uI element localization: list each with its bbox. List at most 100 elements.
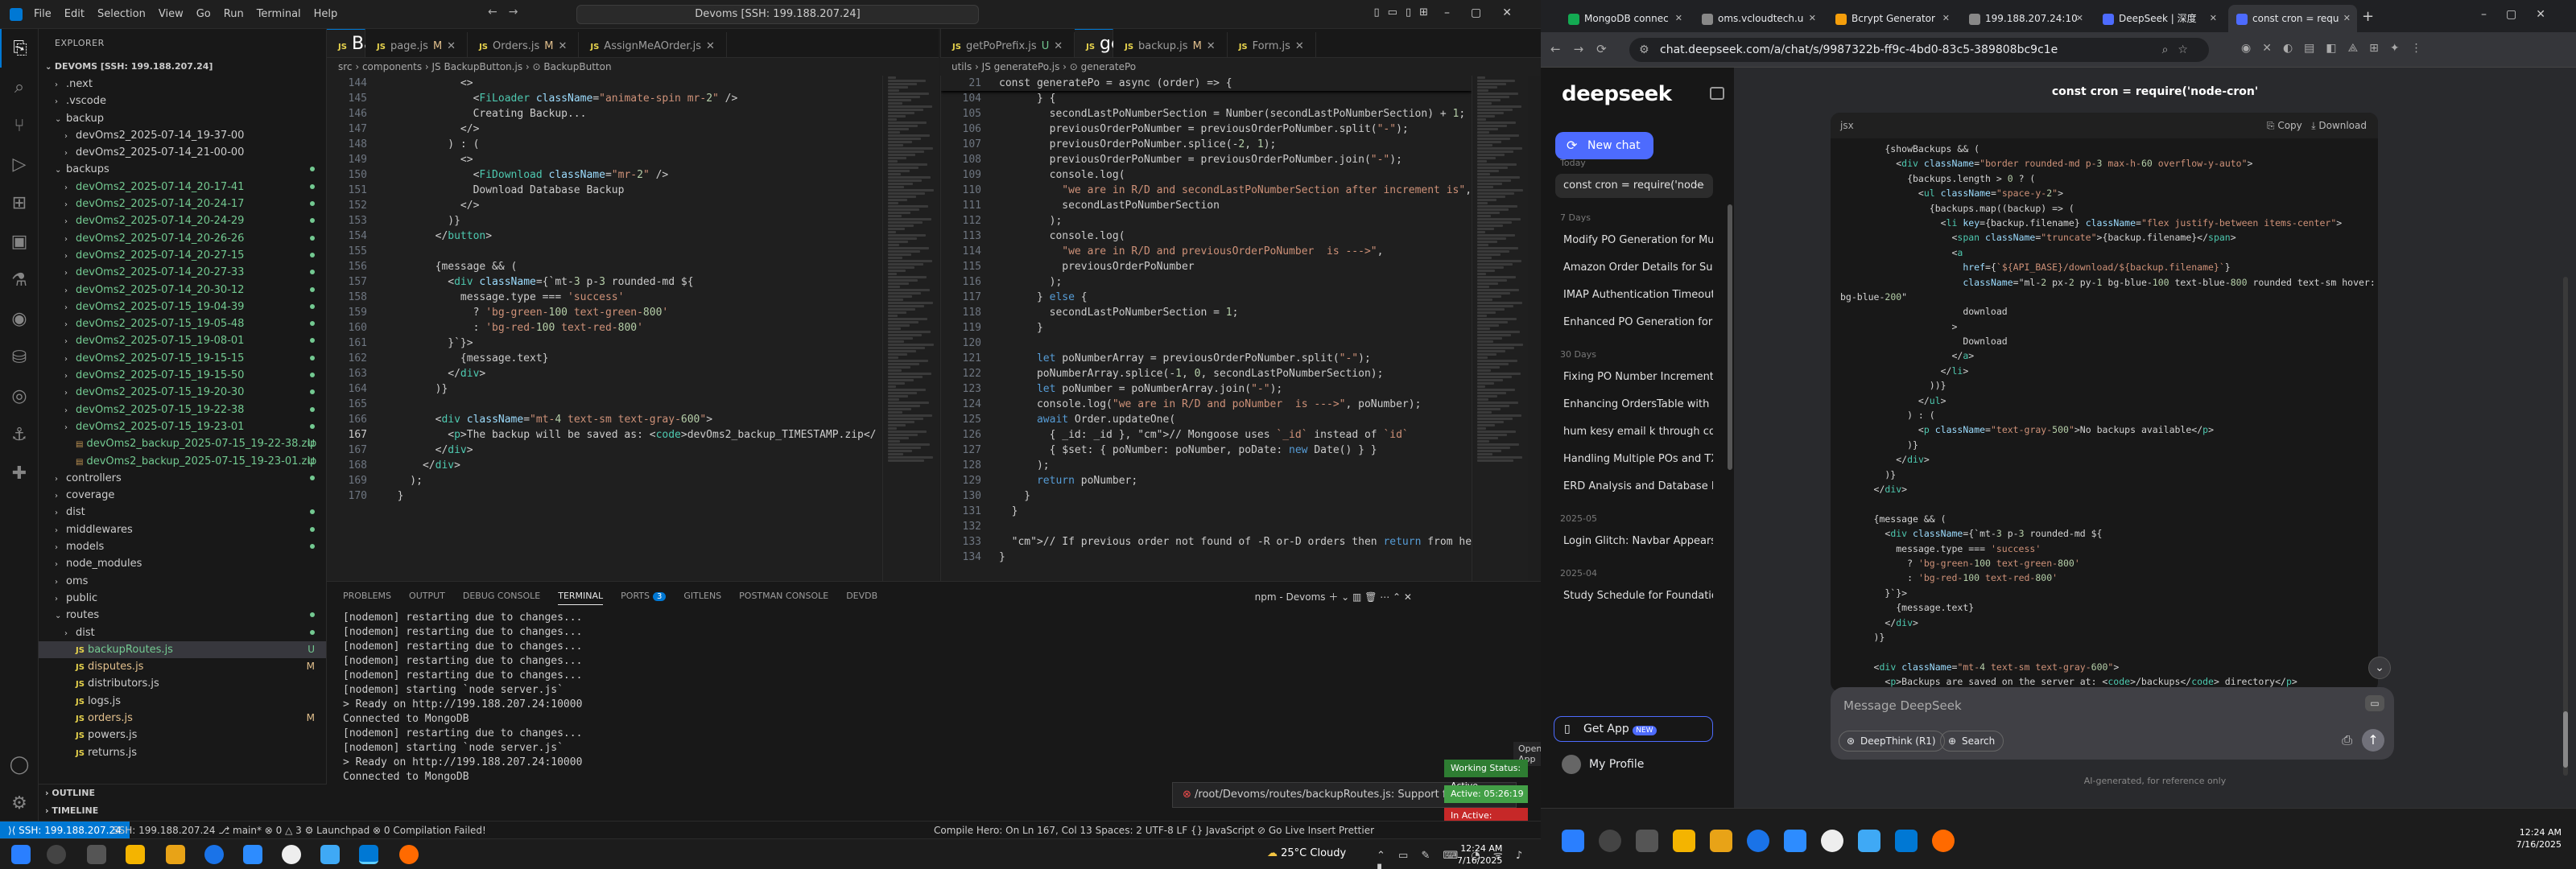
taskbar-clock[interactable]: 12:24 AM 7/16/2025 (2516, 826, 2562, 850)
folder-item[interactable]: › dist (39, 504, 326, 521)
layout-icons[interactable]: ▯▭▯⊞ (1374, 6, 1436, 19)
code-line[interactable]: 166 <div className="mt-4 text-sm text-gr… (327, 412, 882, 427)
code-line[interactable]: 111 secondLastPoNumberSection (941, 198, 1472, 213)
code-line[interactable]: 116 ); (941, 274, 1472, 290)
browser-nav-icons[interactable]: ←→⟳ (1550, 42, 1620, 56)
folder-item[interactable]: › devOms2_2025-07-15_19-15-50 (39, 367, 326, 384)
code-line[interactable]: 164 )} (327, 381, 882, 397)
close-icon[interactable]: ✕ (2343, 5, 2351, 32)
code-line[interactable]: 159 ? 'bg-green-100 text-green-800' (327, 305, 882, 320)
code-line[interactable]: 124 console.log("we are in R/D and poNum… (941, 397, 1472, 412)
chat-history-item[interactable]: hum kesy email k through code (1555, 420, 1713, 444)
remote-explorer-icon[interactable]: ▣ (0, 222, 39, 261)
windows-start-icon[interactable] (1562, 830, 1584, 852)
deepthink-button[interactable]: ⊛ DeepThink (R1) (1839, 731, 1945, 752)
chat-history-item[interactable]: Handling Multiple POs and TXNs (1555, 447, 1713, 472)
close-icon[interactable]: ✕ (1809, 5, 1816, 32)
code-line[interactable]: 114 "we are in R/D and previousOrderPoNu… (941, 244, 1472, 259)
panel-tab-devdb[interactable]: DEVDB (846, 591, 877, 601)
remote-indicator[interactable]: ⟩⟨ SSH: 199.188.207.24 (0, 822, 130, 839)
folder-item[interactable]: › devOms2_2025-07-14_21-00-00 (39, 144, 326, 161)
copy-button[interactable]: ⎘ Copy (2267, 120, 2302, 131)
file-item[interactable]: ▤ devOms2_backup_2025-07-15_19-23-01.zip U (39, 453, 326, 470)
code-line[interactable]: 118 secondLastPoNumberSection = 1; (941, 305, 1472, 320)
browser-icon[interactable] (1858, 830, 1880, 852)
close-icon[interactable]: ✕ (2210, 5, 2217, 32)
code-line[interactable]: 163 </div> (327, 366, 882, 381)
postman-icon[interactable]: ◎ (0, 377, 39, 415)
editor-tab[interactable]: JSgeneratePo.jsM✕ (1075, 29, 1260, 57)
chat-history-item[interactable]: Enhanced PO Generation for Mu (1555, 311, 1713, 335)
windows-start-icon[interactable] (11, 845, 31, 864)
weather[interactable]: ☁ 25°C Cloudy (1267, 847, 1346, 859)
code-line[interactable]: 157 <div className={`mt-3 p-3 rounded-md… (327, 274, 882, 290)
command-center[interactable]: Devoms [SSH: 199.188.207.24] (576, 5, 979, 24)
panel-tab-ports[interactable]: PORTS (621, 591, 650, 601)
left-breadcrumb[interactable]: src › components › JS BackupButton.js › … (327, 58, 939, 76)
nav-arrows-icon[interactable]: ←→ (488, 6, 529, 19)
file-item[interactable]: JS logs.js (39, 693, 326, 710)
chrome-icon[interactable] (204, 845, 224, 864)
expand-input-icon[interactable]: ▭ (2365, 695, 2384, 711)
editor-tab[interactable]: JS Orders.js M ✕ (468, 32, 580, 57)
folder-item[interactable]: › devOms2_2025-07-14_20-24-17 (39, 196, 326, 212)
close-icon[interactable]: ✕ (1675, 5, 1682, 32)
menu-item-help[interactable]: Help (314, 8, 338, 20)
code-line[interactable]: 156 {message && ( (327, 259, 882, 274)
editor-tab[interactable]: JS getPoPrefix.js U ✕ (941, 32, 1075, 57)
right-code-editor[interactable]: 21 const generatePo = async (order) => { 1… (940, 76, 1472, 581)
code-line[interactable]: 152 </> (327, 198, 882, 213)
code-line[interactable]: 155 (327, 244, 882, 259)
code-line[interactable]: 125 await Order.updateOne( (941, 412, 1472, 427)
gitlens-icon[interactable]: ◉ (0, 299, 39, 338)
browser-tab[interactable]: const cron = requ ✕ (2228, 5, 2357, 32)
code-line[interactable]: 109 console.log( (941, 167, 1472, 183)
code-line[interactable]: 148 ) : ( (327, 137, 882, 152)
folder-item[interactable]: › devOms2_2025-07-15_19-23-01 (39, 418, 326, 435)
folder-item[interactable]: › .vscode (39, 93, 326, 109)
browser-tab[interactable]: Bcrypt Generator ✕ (1827, 5, 1956, 32)
menu-item-view[interactable]: View (159, 8, 184, 20)
editor-tab[interactable]: JS page.js M ✕ (365, 32, 469, 57)
right-minimap[interactable] (1472, 76, 1528, 581)
close-icon[interactable]: ✕ (447, 40, 456, 52)
attach-icon[interactable]: ⎙ (2342, 732, 2352, 748)
folder-item[interactable]: › public (39, 590, 326, 607)
close-icon[interactable]: ✕ (2076, 5, 2083, 32)
extension-pkg-icon[interactable]: ✚ (0, 454, 39, 492)
code-line[interactable]: 154 </button> (327, 229, 882, 244)
code-line[interactable]: 167 <p>The backup will be saved as: <cod… (327, 427, 882, 443)
postman-taskbar-icon[interactable] (1932, 830, 1955, 852)
code-line[interactable]: 169 ); (327, 473, 882, 488)
zoom-bookmark-icons[interactable]: ⌕☆ (2162, 38, 2198, 62)
vscode-taskbar-icon[interactable] (359, 845, 378, 864)
folder-item[interactable]: › middlewares (39, 521, 326, 538)
file-item[interactable]: JS powers.js (39, 727, 326, 743)
code-line[interactable]: 115 previousOrderPoNumber (941, 259, 1472, 274)
code-line[interactable]: 153 )} (327, 213, 882, 229)
browser-window-controls[interactable]: –▢✕ (2481, 8, 2565, 21)
accounts-icon[interactable]: ◯ (0, 745, 39, 784)
source-control-icon[interactable]: ⑂ (0, 106, 39, 145)
terminal-output[interactable]: [nodemon] restarting due to changes... [n… (327, 611, 1541, 785)
code-line[interactable]: 117 } else { (941, 290, 1472, 305)
chat-history-item[interactable]: Modify PO Generation for Multip (1555, 229, 1713, 253)
new-chat-button[interactable]: ⟳ New chat (1555, 132, 1653, 159)
file-item[interactable]: ▤ devOms2_backup_2025-07-15_19-22-38.zip U (39, 435, 326, 452)
sticky-scroll-line[interactable]: 21 const generatePo = async (order) => { (941, 76, 1472, 91)
code-line[interactable]: 113 console.log( (941, 229, 1472, 244)
chat-scrollbar[interactable] (2563, 277, 2568, 776)
terminal-selector[interactable]: npm - Devoms ＋ ⌄ ▥ 🗑 ⋯ ⌃ ✕ (1255, 590, 1412, 603)
extensions-icon[interactable]: ⊞ (0, 183, 39, 222)
outline-section[interactable]: › OUTLINE (39, 785, 327, 802)
editor-tab[interactable]: JSBackupButton.jsU✕ (327, 29, 533, 57)
close-icon[interactable]: ✕ (558, 40, 567, 52)
code-line[interactable]: 131 } (941, 504, 1472, 519)
folder-item[interactable]: › coverage (39, 487, 326, 504)
browser-tab[interactable]: 199.188.207.24:10 ✕ (1961, 5, 2090, 32)
folder-item[interactable]: › devOms2_2025-07-14_20-30-12 (39, 282, 326, 299)
code-line[interactable]: 134} (941, 550, 1472, 565)
postman-taskbar-icon[interactable] (399, 845, 419, 864)
app-icon[interactable] (1821, 830, 1843, 852)
code-line[interactable]: 146 Creating Backup... (327, 106, 882, 121)
